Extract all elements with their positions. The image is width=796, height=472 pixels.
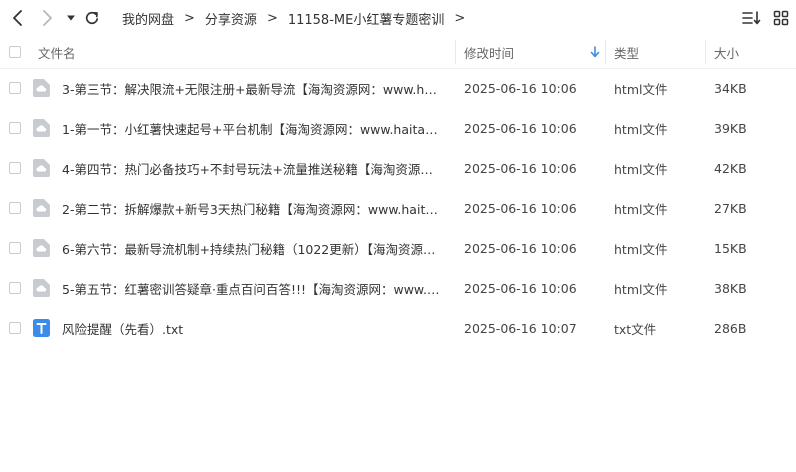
file-row[interactable]: 风险提醒（先看）.txt 2025-06-16 10:07 txt文件 286B xyxy=(0,308,796,348)
file-name[interactable]: 5-第五节：红薯密训答疑章·重点百问百答!!!【海淘资源网：www.haitao… xyxy=(62,268,442,308)
file-type: txt文件 xyxy=(614,321,657,337)
file-size: 286B xyxy=(714,320,747,336)
file-type: html文件 xyxy=(614,121,668,137)
file-size: 42KB xyxy=(714,160,747,176)
file-modified: 2025-06-16 10:06 xyxy=(464,240,577,256)
file-list-header: 文件名 修改时间 类型 大小 xyxy=(0,36,796,69)
breadcrumb-item-current-folder[interactable]: 11158-ME小红薯专题密训 xyxy=(288,9,444,28)
arrow-down-icon xyxy=(590,46,600,58)
file-type: html文件 xyxy=(614,281,668,297)
file-name[interactable]: 风险提醒（先看）.txt xyxy=(62,308,442,348)
file-size: 34KB xyxy=(714,80,747,96)
file-modified: 2025-06-16 10:06 xyxy=(464,160,577,176)
grid-view-icon xyxy=(773,10,789,26)
file-size: 15KB xyxy=(714,240,747,256)
file-type: html文件 xyxy=(614,81,668,97)
sort-indicator[interactable] xyxy=(590,36,600,68)
file-name[interactable]: 6-第六节：最新导流机制+持续热门秘籍（1022更新）【海淘资源网：www.ha… xyxy=(62,228,442,268)
txt-file-icon xyxy=(33,319,50,337)
file-size: 27KB xyxy=(714,200,747,216)
file-modified: 2025-06-16 10:07 xyxy=(464,320,577,336)
file-size: 38KB xyxy=(714,280,747,296)
file-modified: 2025-06-16 10:06 xyxy=(464,120,577,136)
file-name[interactable]: 4-第四节：热门必备技巧+不封号玩法+流量推送秘籍【海淘资源网：www.hait… xyxy=(62,148,442,188)
breadcrumb-item-my-drive[interactable]: 我的网盘 xyxy=(122,9,174,28)
file-row[interactable]: 6-第六节：最新导流机制+持续热门秘籍（1022更新）【海淘资源网：www.ha… xyxy=(0,228,796,268)
column-divider[interactable] xyxy=(605,40,606,64)
file-name[interactable]: 1-第一节：小红薯快速起号+平台机制【海淘资源网：www.haitaoketan… xyxy=(62,108,442,148)
file-type: html文件 xyxy=(614,241,668,257)
breadcrumb-separator-icon: > xyxy=(184,10,195,26)
file-row[interactable]: 5-第五节：红薯密训答疑章·重点百问百答!!!【海淘资源网：www.haitao… xyxy=(0,268,796,308)
file-type: html文件 xyxy=(614,201,668,217)
row-checkbox[interactable] xyxy=(9,242,21,254)
refresh-icon xyxy=(85,11,99,25)
breadcrumb-item-shared[interactable]: 分享资源 xyxy=(205,9,257,28)
row-checkbox[interactable] xyxy=(9,202,21,214)
toolbar: 我的网盘 > 分享资源 > 11158-ME小红薯专题密训 > xyxy=(0,0,796,36)
history-dropdown-button[interactable] xyxy=(61,8,81,28)
sort-list-icon xyxy=(742,11,761,25)
file-modified: 2025-06-16 10:06 xyxy=(464,80,577,96)
column-divider[interactable] xyxy=(455,40,456,64)
file-modified: 2025-06-16 10:06 xyxy=(464,200,577,216)
column-header-modified[interactable]: 修改时间 xyxy=(464,36,514,68)
file-row[interactable]: 1-第一节：小红薯快速起号+平台机制【海淘资源网：www.haitaoketan… xyxy=(0,108,796,148)
html-file-icon xyxy=(33,199,50,217)
chevron-right-icon xyxy=(43,10,52,26)
row-checkbox[interactable] xyxy=(9,122,21,134)
html-file-icon xyxy=(33,159,50,177)
column-header-name[interactable]: 文件名 xyxy=(38,36,76,68)
breadcrumb-separator-icon: > xyxy=(266,10,278,26)
sort-button[interactable] xyxy=(742,9,762,27)
row-checkbox[interactable] xyxy=(9,282,21,294)
file-name[interactable]: 2-第二节：拆解爆款+新号3天热门秘籍【海淘资源网：www.haitaoketa… xyxy=(62,188,442,228)
chevron-left-icon xyxy=(13,10,22,26)
html-file-icon xyxy=(33,79,50,97)
file-type: html文件 xyxy=(614,161,668,177)
column-header-type[interactable]: 类型 xyxy=(614,36,639,68)
row-checkbox[interactable] xyxy=(9,322,21,334)
html-file-icon xyxy=(33,279,50,297)
html-file-icon xyxy=(33,119,50,137)
breadcrumb: 我的网盘 > 分享资源 > 11158-ME小红薯专题密训 > xyxy=(122,0,475,36)
file-row[interactable]: 4-第四节：热门必备技巧+不封号玩法+流量推送秘籍【海淘资源网：www.hait… xyxy=(0,148,796,188)
caret-down-icon xyxy=(67,15,75,21)
html-file-icon xyxy=(33,239,50,257)
file-row[interactable]: 3-第三节：解决限流+无限注册+最新导流【海淘资源网：www.haitaoket… xyxy=(0,68,796,108)
column-header-size[interactable]: 大小 xyxy=(714,36,739,68)
forward-button[interactable] xyxy=(37,8,57,28)
file-name[interactable]: 3-第三节：解决限流+无限注册+最新导流【海淘资源网：www.haitaoket… xyxy=(62,68,442,108)
file-size: 39KB xyxy=(714,120,747,136)
refresh-button[interactable] xyxy=(82,8,102,28)
file-modified: 2025-06-16 10:06 xyxy=(464,280,577,296)
back-button[interactable] xyxy=(8,8,28,28)
grid-view-button[interactable] xyxy=(771,9,791,27)
row-checkbox[interactable] xyxy=(9,162,21,174)
file-row[interactable]: 2-第二节：拆解爆款+新号3天热门秘籍【海淘资源网：www.haitaoketa… xyxy=(0,188,796,228)
breadcrumb-separator-icon: > xyxy=(454,10,466,26)
row-checkbox[interactable] xyxy=(9,82,21,94)
column-divider[interactable] xyxy=(705,40,706,64)
select-all-checkbox[interactable] xyxy=(9,46,21,58)
